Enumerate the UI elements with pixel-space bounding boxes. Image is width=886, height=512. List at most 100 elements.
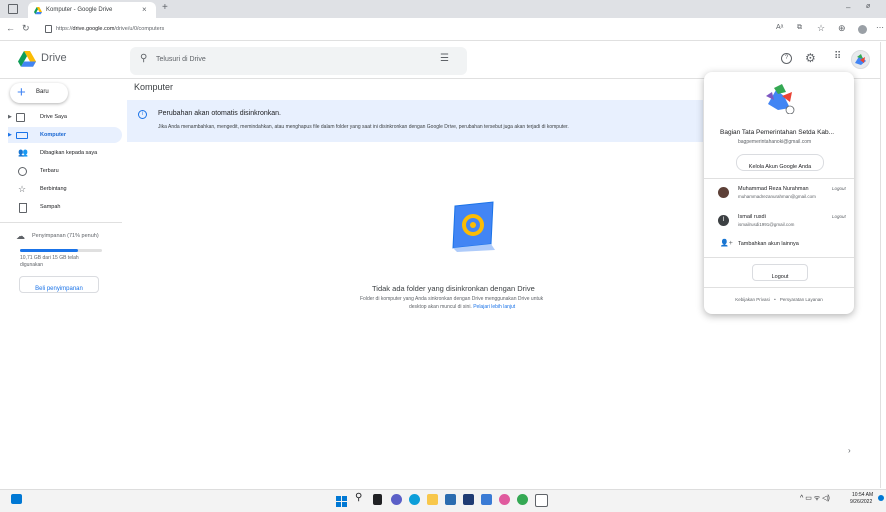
sidebar-item-label: Penyimpanan (71% penuh) — [32, 233, 99, 239]
new-tab-button[interactable]: + — [162, 2, 168, 13]
popup-divider — [704, 178, 854, 179]
profile-avatar-icon[interactable] — [858, 25, 867, 34]
extensions-icon[interactable]: ⊕ — [838, 23, 846, 34]
widgets-icon[interactable] — [11, 494, 22, 504]
url-host: drive.google.com — [72, 26, 115, 32]
settings-icon[interactable]: ⚙ — [805, 51, 816, 65]
star-icon: ☆ — [18, 184, 27, 194]
terms-link[interactable]: Persyaratan Layanan — [780, 297, 823, 302]
tab-close-icon[interactable]: × — [142, 2, 147, 18]
account-avatar[interactable] — [851, 50, 870, 69]
sidebar-item-recent[interactable]: Terbaru — [8, 163, 122, 179]
plus-icon: + — [17, 84, 26, 101]
drive-logo-icon[interactable] — [18, 51, 36, 67]
privacy-link[interactable]: Kebijakan Privasi — [735, 297, 770, 302]
other-account-email: muhammadrezanurahman@gmail.com — [738, 194, 816, 199]
sidebar-item-storage[interactable]: ☁ Penyimpanan (71% penuh) — [8, 228, 122, 244]
banner-body: Jika Anda menambahkan, mengedit, meminda… — [158, 124, 569, 130]
back-icon[interactable]: ← — [6, 23, 15, 33]
read-aloud-icon[interactable]: Aᵃ — [776, 24, 783, 31]
search-input[interactable]: Telusuri di Drive — [156, 56, 206, 63]
browser-more-icon[interactable]: ⋯ — [876, 23, 884, 32]
browser-tab[interactable]: Komputer - Google Drive × — [28, 2, 156, 18]
expand-arrow-icon[interactable]: ▶ — [8, 127, 12, 143]
other-account-item[interactable]: Muhammad Reza Nurahman muhammadrezanurah… — [704, 183, 854, 205]
empty-state-illustration — [447, 200, 499, 252]
avatar — [718, 187, 729, 198]
window-restore-button[interactable]: ø — [866, 3, 870, 10]
sidebar-divider — [0, 222, 122, 223]
edge-icon[interactable] — [409, 494, 420, 505]
reload-icon[interactable]: ↻ — [22, 23, 30, 34]
system-tray-icons[interactable]: ^ ▭ ᯤ ◁) — [800, 494, 830, 503]
store-icon[interactable] — [445, 494, 456, 505]
paint-icon[interactable] — [499, 494, 510, 505]
collections-icon[interactable]: ⧉ — [797, 24, 802, 32]
drive-favicon-icon — [34, 6, 42, 15]
add-person-icon: 👤+ — [720, 240, 733, 247]
calculator-icon[interactable] — [535, 494, 548, 507]
task-view-icon[interactable] — [373, 494, 382, 505]
app-icon[interactable] — [463, 494, 474, 505]
notification-icon[interactable] — [878, 495, 884, 501]
cloud-icon: ☁ — [16, 231, 25, 241]
favorites-icon[interactable]: ☆ — [817, 23, 825, 34]
footer-separator: • — [774, 297, 776, 302]
apps-grid-icon[interactable]: ⠿ — [834, 51, 841, 62]
window-minimize-button[interactable]: – — [846, 3, 850, 12]
other-account-item[interactable]: I Ismail rusdi ismailrusdi1991@gmail.com… — [704, 211, 854, 233]
manage-account-button[interactable]: Kelola Akun Google Anda — [736, 154, 824, 171]
sidebar-item-starred[interactable]: ☆ Berbintang — [8, 181, 122, 197]
chrome-icon[interactable] — [517, 494, 528, 505]
new-button[interactable]: + Baru — [10, 83, 68, 103]
account-logo — [762, 82, 796, 115]
empty-state-title: Tidak ada folder yang disinkronkan denga… — [372, 284, 535, 293]
banner-title: Perubahan akan otomatis disinkronkan. — [158, 110, 281, 117]
other-account-email: ismailrusdi1991@gmail.com — [738, 222, 795, 227]
logout-link[interactable]: Logout — [832, 214, 846, 219]
sidebar-item-trash[interactable]: Sampah — [8, 199, 122, 215]
sync-info-banner: i Perubahan akan otomatis disinkronkan. … — [127, 100, 703, 142]
storage-bar — [20, 249, 102, 252]
url-prefix: https:// — [56, 26, 73, 32]
account-name: Bagian Tata Pemerintahan Setda Kab... — [720, 129, 835, 136]
file-explorer-icon[interactable] — [427, 494, 438, 505]
empty-state-body-line2: desktop akan muncul di sini. Pelajari le… — [409, 304, 515, 310]
account-popup: Bagian Tata Pemerintahan Setda Kab... ba… — [704, 72, 854, 314]
popup-divider — [704, 287, 854, 288]
sidebar-item-my-drive[interactable]: ▶ Drive Saya — [8, 109, 122, 125]
account-email: bagpemerintahanoki@gmail.com — [738, 139, 812, 145]
browser-menu-icon[interactable] — [8, 4, 18, 14]
sidebar-item-computers[interactable]: ▶ Komputer — [8, 127, 122, 143]
empty-state-body: Folder di komputer yang Anda sinkronkan … — [360, 296, 544, 302]
page-title: Komputer — [134, 82, 174, 92]
start-icon[interactable] — [336, 494, 347, 507]
side-panel-expand-icon[interactable]: › — [848, 446, 851, 455]
support-icon[interactable]: ? — [781, 53, 792, 64]
clock-icon — [18, 167, 27, 176]
search-options-icon[interactable]: ☰ — [440, 53, 449, 64]
chat-icon[interactable] — [391, 494, 402, 505]
taskbar-date[interactable]: 9/26/2022 — [850, 499, 872, 505]
sidebar-item-shared[interactable]: 👥 Dibagikan kepada saya — [8, 145, 122, 161]
url-field[interactable]: https://drive.google.com/drive/u/0/compu… — [56, 22, 164, 36]
logout-label: Logout — [771, 274, 789, 280]
search-bar[interactable]: ⚲ Telusuri di Drive ☰ — [130, 47, 467, 75]
add-account-item[interactable]: 👤+ Tambahkan akun lainnya — [704, 238, 854, 252]
taskbar-time[interactable]: 10:54 AM — [852, 492, 873, 498]
sidebar-item-label: Berbintang — [40, 186, 67, 192]
computer-icon — [16, 132, 28, 139]
add-account-label: Tambahkan akun lainnya — [738, 241, 799, 247]
search-taskbar-icon[interactable]: ⚲ — [355, 492, 362, 503]
expand-arrow-icon[interactable]: ▶ — [8, 109, 12, 125]
logout-button[interactable]: Logout — [752, 264, 808, 281]
logout-link[interactable]: Logout — [832, 186, 846, 191]
drive-product-name[interactable]: Drive — [41, 52, 67, 64]
drive-icon — [16, 113, 25, 122]
buy-storage-button[interactable]: Beli penyimpanan — [19, 276, 99, 293]
popup-footer: Kebijakan Privasi • Persyaratan Layanan — [704, 297, 854, 302]
sidebar-item-label: Komputer — [40, 132, 66, 138]
learn-more-link[interactable]: Pelajari lebih lanjut — [473, 304, 515, 310]
photos-icon[interactable] — [481, 494, 492, 505]
search-icon[interactable]: ⚲ — [140, 53, 147, 64]
